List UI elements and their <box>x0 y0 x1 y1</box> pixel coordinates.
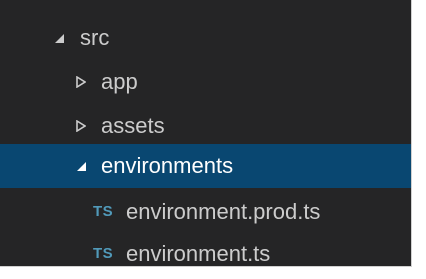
tree-item-src[interactable]: src <box>0 16 411 60</box>
tree-item-assets[interactable]: assets <box>0 104 411 148</box>
tree-item-environment-prod-ts[interactable]: TS environment.prod.ts <box>0 190 411 234</box>
tree-item-label: src <box>80 25 110 50</box>
tree-item-environment-ts[interactable]: TS environment.ts <box>0 232 411 266</box>
tree-item-label: assets <box>101 113 165 138</box>
tree-item-environments[interactable]: environments <box>0 144 411 188</box>
typescript-file-icon: TS <box>93 203 114 220</box>
tree-item-label: environment.prod.ts <box>126 199 321 224</box>
chevron-collapsed-icon[interactable] <box>76 104 86 148</box>
tree-item-app[interactable]: app <box>0 60 411 104</box>
typescript-file-icon: TS <box>93 245 114 262</box>
file-explorer-tree: src app assets environments TS environme… <box>0 0 412 267</box>
chevron-collapsed-icon[interactable] <box>76 60 86 104</box>
chevron-expanded-icon[interactable] <box>54 16 65 60</box>
chevron-expanded-icon[interactable] <box>76 144 87 188</box>
tree-item-label: app <box>101 69 138 94</box>
tree-item-label: environment.ts <box>126 241 271 266</box>
tree-item-label: environments <box>101 153 234 178</box>
